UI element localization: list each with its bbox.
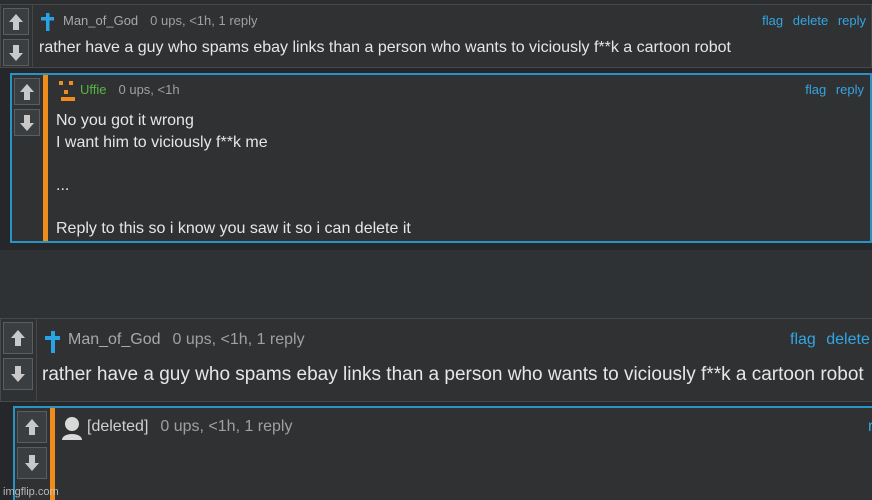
arrow-up-icon — [9, 13, 23, 30]
downvote-button[interactable] — [17, 447, 47, 479]
vote-column — [15, 408, 49, 480]
comment-1: Man_of_God 0 ups, <1h, 1 reply flag dele… — [0, 4, 872, 68]
watermark: imgflip.com — [3, 486, 59, 498]
arrow-down-icon — [20, 114, 34, 131]
username-deleted: [deleted] — [87, 418, 149, 435]
vote-column — [12, 75, 42, 137]
flag-link[interactable]: flag — [790, 331, 816, 348]
username-link[interactable]: Man_of_God — [68, 331, 161, 349]
arrow-down-icon — [11, 366, 25, 382]
reply-header: Uffie 0 ups, <1h — [80, 82, 180, 97]
reply-link[interactable]: reply — [838, 13, 866, 28]
comment-meta: 0 ups, <1h, 1 reply — [172, 331, 305, 348]
downvote-button[interactable] — [3, 358, 33, 390]
reply-1: Uffie 0 ups, <1h flag reply No you got i… — [10, 73, 872, 243]
comment-2: Man_of_God 0 ups, <1h, 1 reply flag dele… — [0, 318, 872, 402]
cross-icon — [45, 331, 60, 353]
reply-meta: 0 ups, <1h, 1 reply — [160, 418, 293, 435]
reply-actions: flag reply — [799, 82, 864, 97]
arrow-up-icon — [20, 83, 34, 100]
face-icon — [59, 81, 75, 101]
vote-column — [1, 319, 35, 391]
comment-actions: flag delete r — [790, 331, 872, 349]
divider — [32, 5, 33, 67]
downvote-button[interactable] — [3, 39, 29, 66]
comment-header: Man_of_God 0 ups, <1h, 1 reply — [68, 331, 305, 349]
upvote-button[interactable] — [17, 411, 47, 443]
arrow-down-icon — [25, 455, 39, 471]
reply-meta: 0 ups, <1h — [118, 82, 180, 97]
upvote-button[interactable] — [3, 322, 33, 354]
reply-link[interactable]: r — [868, 418, 872, 435]
reply-link[interactable]: reply — [836, 82, 864, 97]
comment-header: Man_of_God 0 ups, <1h, 1 reply — [63, 13, 258, 28]
downvote-button[interactable] — [14, 109, 40, 136]
comment-text: rather have a guy who spams ebay links t… — [42, 364, 864, 385]
delete-link[interactable]: delete — [793, 13, 828, 28]
divider — [36, 319, 37, 401]
delete-link[interactable]: delete — [826, 331, 870, 348]
arrow-down-icon — [9, 44, 23, 61]
flag-link[interactable]: flag — [805, 82, 826, 97]
spacer — [0, 250, 872, 318]
username-link[interactable]: Uffie — [80, 82, 107, 97]
reply-header: [deleted] 0 ups, <1h, 1 reply — [87, 418, 292, 436]
reply-actions: r — [868, 418, 872, 436]
upvote-button[interactable] — [14, 78, 40, 105]
comment-text: rather have a guy who spams ebay links t… — [39, 39, 731, 56]
reply-2: [deleted] 0 ups, <1h, 1 reply r — [13, 406, 872, 500]
vote-column — [1, 5, 31, 67]
cross-icon — [41, 13, 54, 31]
reply-text: No you got it wrong I want him to viciou… — [56, 112, 411, 237]
arrow-up-icon — [25, 419, 39, 435]
upvote-button[interactable] — [3, 8, 29, 35]
arrow-up-icon — [11, 330, 25, 346]
username-link[interactable]: Man_of_God — [63, 13, 138, 28]
comment-meta: 0 ups, <1h, 1 reply — [150, 13, 258, 28]
flag-link[interactable]: flag — [762, 13, 783, 28]
reply-accent-bar — [43, 75, 48, 241]
comment-actions: flag delete reply — [756, 13, 866, 28]
avatar-icon — [62, 417, 82, 440]
